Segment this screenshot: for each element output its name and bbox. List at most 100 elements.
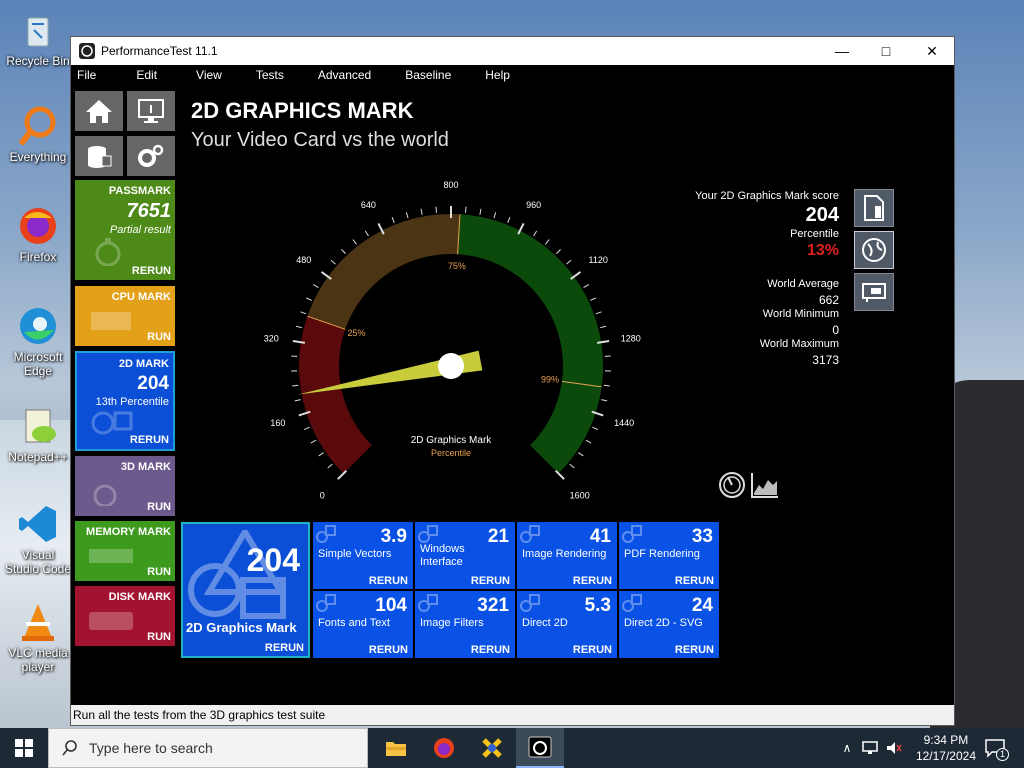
tray-overflow-button[interactable]: ∧ [836, 728, 858, 768]
subtest-rerun[interactable]: RERUN [471, 644, 510, 656]
2d-mark-tile[interactable]: 2D MARK 204 13th Percentile RERUN [75, 351, 175, 451]
desktop-icon-label: Microsoft Edge [13, 350, 63, 378]
subtest-tile-simple-vectors[interactable]: 3.9 Simple Vectors RERUN [313, 522, 413, 589]
subtest-rerun[interactable]: RERUN [675, 644, 714, 656]
cpu-mark-run[interactable]: RUN [147, 331, 171, 343]
gauge-band-top [530, 381, 602, 474]
disk-icon [89, 612, 133, 630]
disk-mark-title: DISK MARK [108, 591, 171, 603]
menu-edit[interactable]: Edit [130, 68, 157, 82]
notepadpp-icon [16, 404, 60, 448]
desktop-icon-vlc[interactable]: VLC media player [4, 600, 72, 674]
cpu-mark-tile[interactable]: CPU MARK RUN [75, 286, 175, 346]
2d-mark-rerun[interactable]: RERUN [130, 434, 169, 446]
subtest-name: PDF Rendering [624, 548, 700, 560]
memory-mark-run[interactable]: RUN [147, 566, 171, 578]
subtest-rerun[interactable]: RERUN [573, 575, 612, 587]
subtest-rerun[interactable]: RERUN [369, 644, 408, 656]
subtest-tile-direct-2d[interactable]: 5.3 Direct 2D RERUN [517, 591, 617, 658]
passmark-tile[interactable]: PASSMARK 7651 Partial result RERUN [75, 180, 175, 280]
desktop-icon-recycle-bin[interactable]: Recycle Bin [4, 8, 72, 68]
notification-center-button[interactable]: 1 [980, 728, 1010, 768]
2d-graphics-mark-tile[interactable]: 204 2D Graphics Mark RERUN [181, 522, 310, 658]
subtest-tile-image-rendering[interactable]: 41 Image Rendering RERUN [517, 522, 617, 589]
desktop-icon-everything[interactable]: Everything [4, 104, 72, 164]
memory-icon [89, 549, 133, 563]
2d-graphics-mark-label: 2D Graphics Mark [186, 620, 297, 635]
world-average-label: World Average [767, 278, 839, 290]
title-bar[interactable]: PerformanceTest 11.1 — □ ✕ [71, 37, 954, 65]
video-card-button[interactable] [854, 273, 894, 311]
desktop-icon-label: Notepad++ [8, 450, 68, 464]
document-icon [864, 195, 884, 221]
gauge-minor-tick [405, 212, 409, 219]
tray-network[interactable] [858, 728, 882, 768]
taskbar-performancetest[interactable] [516, 728, 564, 768]
vlc-icon [16, 600, 60, 644]
gauge-band-low [299, 316, 372, 474]
3d-mark-tile[interactable]: 3D MARK RUN [75, 456, 175, 516]
tray-volume[interactable] [882, 728, 906, 768]
desktop-icon-edge[interactable]: Microsoft Edge [4, 304, 72, 378]
system-info-button[interactable] [127, 91, 175, 131]
subtest-rerun[interactable]: RERUN [471, 575, 510, 587]
menu-file[interactable]: File [71, 68, 96, 82]
subtest-tile-windows-interface[interactable]: 21 Windows Interface RERUN [415, 522, 515, 589]
page-title: 2D GRAPHICS MARK [191, 98, 414, 123]
2d-graphics-mark-rerun[interactable]: RERUN [265, 642, 304, 654]
minimize-button[interactable]: — [819, 37, 865, 65]
globe-icon [862, 238, 886, 262]
desktop-icon-firefox[interactable]: Firefox [4, 204, 72, 264]
maximize-button[interactable]: □ [863, 37, 909, 65]
subtest-rerun[interactable]: RERUN [675, 575, 714, 587]
tests-button[interactable] [75, 136, 123, 176]
window-title: PerformanceTest 11.1 [101, 44, 218, 58]
gauge-minor-tick [507, 217, 511, 223]
history-chart-button[interactable] [750, 471, 780, 499]
menu-help[interactable]: Help [479, 68, 510, 82]
menu-tests[interactable]: Tests [250, 68, 284, 82]
desktop-icon-vscode[interactable]: Visual Studio Code [4, 502, 72, 576]
clock-date: 12/17/2024 [915, 749, 976, 763]
taskbar-search-box[interactable]: Type here to search [48, 728, 368, 768]
subtest-name: Fonts and Text [318, 617, 390, 629]
menu-baseline[interactable]: Baseline [399, 68, 451, 82]
home-button[interactable] [75, 91, 123, 131]
settings-button[interactable] [127, 136, 175, 176]
subtest-value: 41 [589, 526, 611, 547]
performancetest-window: PerformanceTest 11.1 — □ ✕ File Edit Vie… [70, 36, 955, 726]
menu-view[interactable]: View [190, 68, 222, 82]
edge-icon [16, 304, 60, 348]
menu-advanced[interactable]: Advanced [312, 68, 371, 82]
3d-mark-run[interactable]: RUN [147, 501, 171, 513]
subtest-tile-pdf-rendering[interactable]: 33 PDF Rendering RERUN [619, 522, 719, 589]
subtest-value: 3.9 [380, 526, 407, 547]
percentile-value: 13% [806, 242, 839, 259]
2d-graphics-mark-value: 204 [246, 542, 300, 578]
subtest-tile-direct-2d-svg[interactable]: 24 Direct 2D - SVG RERUN [619, 591, 719, 658]
subtest-tile-fonts-and-text[interactable]: 104 Fonts and Text RERUN [313, 591, 413, 658]
taskbar-file-explorer[interactable] [372, 728, 420, 768]
taskbar-clock[interactable]: 9:34 PM 12/17/2024 [916, 732, 976, 764]
passmark-rerun[interactable]: RERUN [132, 265, 171, 277]
desktop-icon-notepadpp[interactable]: Notepad++ [4, 404, 72, 464]
gauge-minor-tick [341, 249, 346, 255]
speedometer-button[interactable] [718, 471, 746, 499]
taskbar-xampp[interactable] [468, 728, 516, 768]
subtest-tile-image-filters[interactable]: 321 Image Filters RERUN [415, 591, 515, 658]
world-compare-button[interactable] [854, 231, 894, 269]
start-button[interactable] [0, 728, 48, 768]
maximize-icon: □ [881, 43, 891, 59]
export-document-button[interactable] [854, 189, 894, 227]
taskbar-firefox[interactable] [420, 728, 468, 768]
performancetest-icon [528, 736, 552, 758]
subtest-rerun[interactable]: RERUN [369, 575, 408, 587]
disk-mark-run[interactable]: RUN [147, 631, 171, 643]
close-button[interactable]: ✕ [909, 37, 955, 65]
home-icon [86, 100, 112, 123]
subtest-value: 5.3 [584, 595, 611, 616]
disk-mark-tile[interactable]: DISK MARK RUN [75, 586, 175, 646]
memory-mark-tile[interactable]: MEMORY MARK RUN [75, 521, 175, 581]
gauge-band-mid [307, 214, 460, 330]
subtest-rerun[interactable]: RERUN [573, 644, 612, 656]
